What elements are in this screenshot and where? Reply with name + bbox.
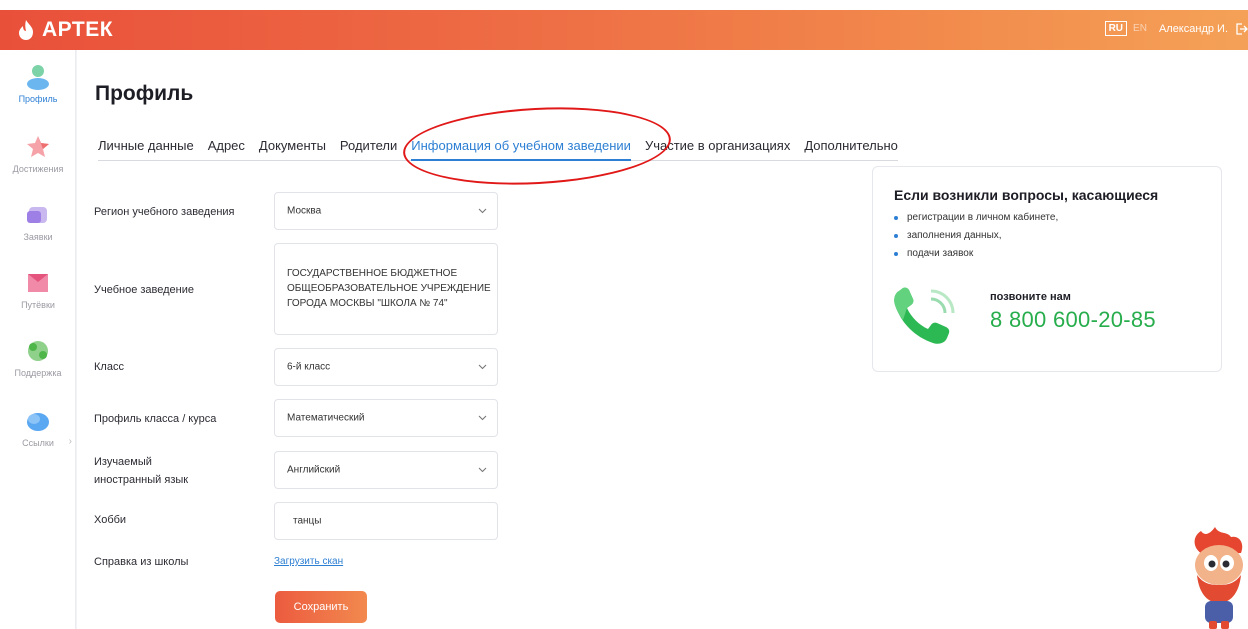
help-list: регистрации в личном кабинете, заполнени… [894,209,1058,263]
help-list-item: заполнения данных, [894,227,1058,245]
browser-top-strip [0,0,1248,10]
sidebar-item-links[interactable]: Ссылки › [0,408,76,448]
profile-icon [27,65,49,90]
region-label: Регион учебного заведения [94,206,235,218]
save-button[interactable]: Сохранить [275,591,367,623]
language-label-line-1: Изучаемый [94,456,152,468]
profile-tabs: Личные данные Адрес Документы Родители И… [98,138,898,161]
school-textarea[interactable]: ГОСУДАРСТВЕННОЕ БЮДЖЕТНОЕ ОБЩЕОБРАЗОВАТЕ… [274,243,498,335]
chevron-down-icon [478,208,487,214]
class-profile-label: Профиль класса / курса [94,413,217,425]
sidebar-item-label: Путёвки [21,300,55,310]
school-value: ГОСУДАРСТВЕННОЕ БЮДЖЕТНОЕ ОБЩЕОБРАЗОВАТЕ… [287,268,491,309]
class-value: 6-й класс [287,361,331,373]
help-list-item: регистрации в личном кабинете, [894,209,1058,227]
logo-text: АРТЕК [42,18,114,41]
language-label: Изучаемый иностранный язык [94,454,188,489]
top-right-controls: RU EN Александр И. [1104,21,1248,36]
sidebar-item-profile[interactable]: Профиль [0,64,76,104]
folder-icon [27,207,47,223]
region-value: Москва [287,205,322,217]
top-bar: АРТЕК RU EN Александр И. [0,10,1248,50]
sidebar-item-label: Профиль [18,94,58,104]
school-label: Учебное заведение [94,284,195,296]
sidebar-item-applications[interactable]: Заявки [0,202,76,242]
flame-icon [19,20,33,40]
help-list-item: подачи заявок [894,245,1058,263]
help-title: Если возникли вопросы, касающиеся [894,187,1159,203]
chevron-right-icon: › [68,436,72,447]
artek-logo[interactable]: АРТЕК [16,18,113,42]
class-select[interactable]: 6-й класс [274,348,498,386]
chat-icon [27,413,49,431]
tab-organizations[interactable]: Участие в организациях [645,138,790,153]
tab-school-info[interactable]: Информация об учебном заведении [411,138,631,161]
region-select[interactable]: Москва [274,192,498,230]
ticket-icon [28,274,48,292]
chevron-down-icon [478,467,487,473]
chevron-down-icon [478,415,487,421]
class-profile-value: Математический [287,412,365,424]
hobby-label: Хобби [94,514,127,526]
sidebar-item-label: Ссылки [22,438,54,448]
language-value: Английский [287,464,341,476]
call-us-label: позвоните нам [990,291,1071,303]
sidebar-item-vouchers[interactable]: Путёвки [0,270,76,310]
star-icon [27,136,49,157]
user-name[interactable]: Александр И. [1159,23,1228,35]
class-label: Класс [94,361,124,373]
lang-ru-button[interactable]: RU [1104,21,1128,36]
language-label-line-2: иностранный язык [94,473,189,486]
tab-personal-data[interactable]: Личные данные [98,138,194,153]
language-select[interactable]: Английский [274,451,498,489]
sidebar: Профиль Достижения Заявки Путёвки Поддер… [0,50,76,629]
support-icon [28,341,48,361]
sidebar-item-achievements[interactable]: Достижения [0,134,76,174]
sidebar-item-label: Достижения [12,164,64,174]
hobby-value: танцы [293,515,322,527]
help-card: Если возникли вопросы, касающиеся регист… [872,166,1222,372]
phone-icon [894,287,955,344]
phone-number[interactable]: 8 800 600-20-85 [990,307,1156,333]
logout-icon[interactable] [1234,22,1248,36]
tab-documents[interactable]: Документы [259,138,326,153]
tab-address[interactable]: Адрес [208,138,245,153]
class-profile-select[interactable]: Математический [274,399,498,437]
main-content: Профиль Личные данные Адрес Документы Ро… [77,50,1248,629]
sidebar-item-label: Заявки [23,232,53,242]
tab-additional[interactable]: Дополнительно [804,138,898,153]
page-title: Профиль [95,82,194,105]
upload-scan-link[interactable]: Загрузить скан [274,556,343,567]
chevron-down-icon [478,364,487,370]
certificate-label: Справка из школы [94,556,189,568]
lang-en-button[interactable]: EN [1133,23,1147,34]
hobby-input[interactable]: танцы [274,502,498,540]
sidebar-item-label: Поддержка [14,368,62,378]
mascot-icon[interactable] [1185,525,1248,629]
sidebar-item-support[interactable]: Поддержка [0,338,76,378]
tab-parents[interactable]: Родители [340,138,397,153]
